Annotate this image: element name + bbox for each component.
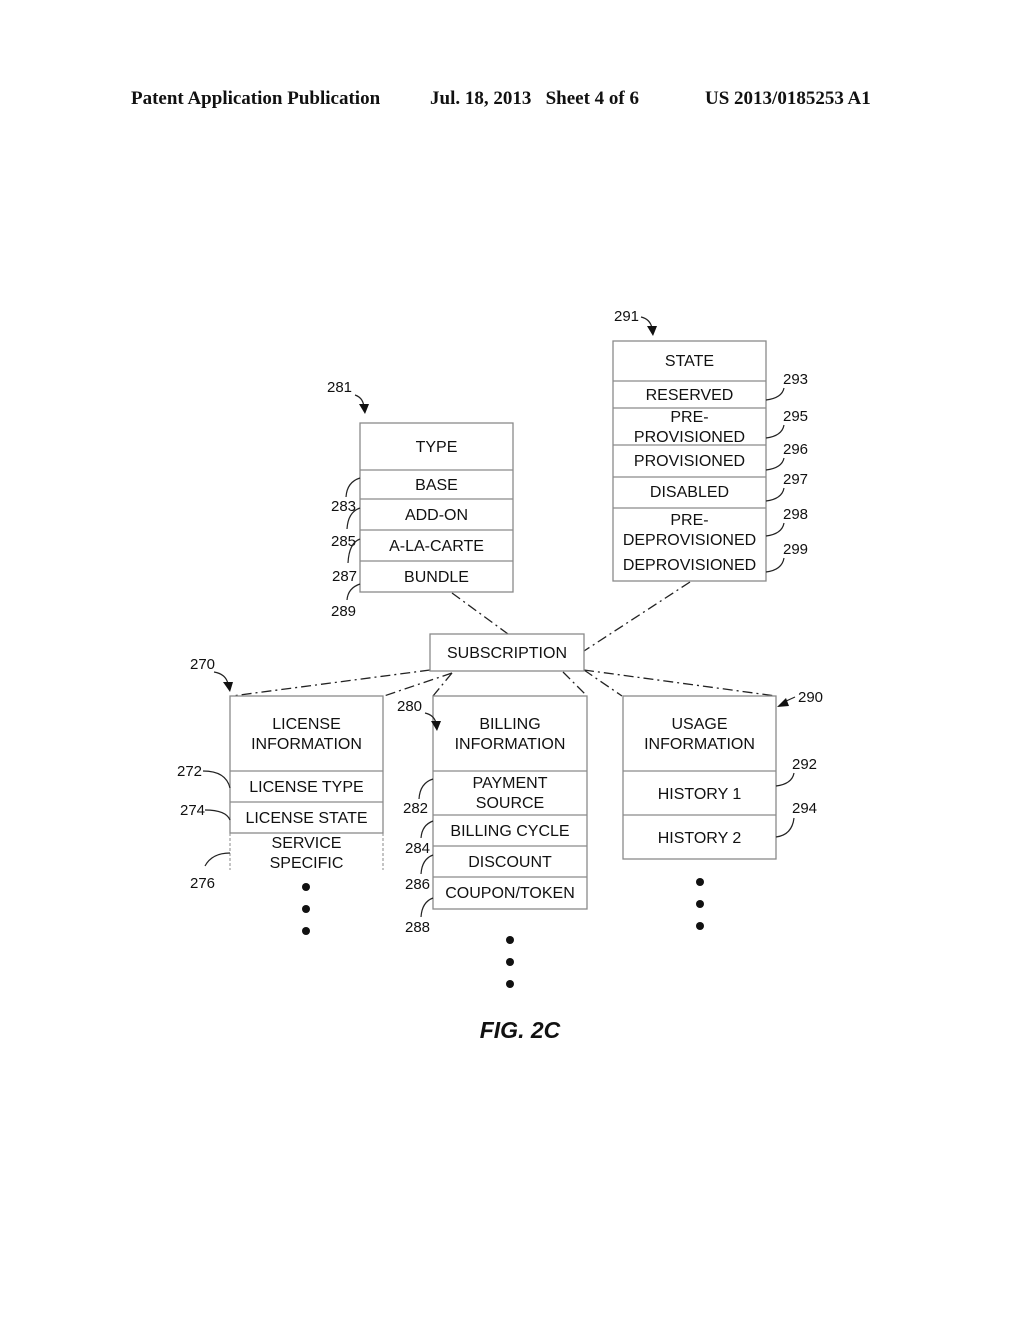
state-row-disabled: DISABLED — [650, 484, 729, 501]
state-row-provisioned: PROVISIONED — [634, 453, 745, 470]
ref-295: 295 — [783, 408, 808, 425]
license-row-type: LICENSE TYPE — [249, 779, 363, 796]
license-title-line2: INFORMATION — [251, 736, 362, 753]
usage-table: USAGE INFORMATION HISTORY 1 HISTORY 2 29… — [622, 689, 823, 930]
ref-286: 286 — [405, 876, 430, 893]
usage-title-line2: INFORMATION — [644, 736, 755, 753]
ref-294: 294 — [792, 800, 817, 817]
type-row-base: BASE — [415, 477, 458, 494]
connector-subscription-usage-right — [583, 669, 777, 697]
billing-row-payment-source-line1: PAYMENT — [473, 775, 548, 792]
ref-276: 276 — [190, 875, 215, 892]
state-title: STATE — [665, 353, 714, 370]
state-row-pre-deprovisioned-line1: PRE- — [670, 512, 708, 529]
state-row-pre-provisioned-line2: PROVISIONED — [634, 429, 745, 446]
continuation-dot — [696, 900, 704, 908]
billing-row-payment-source-line2: SOURCE — [476, 795, 544, 812]
ref-274: 274 — [180, 802, 205, 819]
ref-280: 280 — [397, 698, 422, 715]
connector-state-subscription — [583, 581, 691, 652]
billing-title-line1: BILLING — [479, 716, 540, 733]
connector-subscription-license-left — [231, 669, 431, 697]
license-row-service-specific-line2: SPECIFIC — [270, 855, 344, 872]
ref-289: 289 — [331, 603, 356, 620]
continuation-dot — [302, 927, 310, 935]
subscription-node: SUBSCRIPTION — [429, 633, 585, 672]
license-row-service-specific-line1: SERVICE — [272, 835, 342, 852]
continuation-dot — [302, 905, 310, 913]
usage-row-history-1: HISTORY 1 — [658, 786, 742, 803]
ref-298: 298 — [783, 506, 808, 523]
billing-row-coupon-token: COUPON/TOKEN — [445, 885, 575, 902]
continuation-dot — [506, 980, 514, 988]
type-row-add-on: ADD-ON — [405, 507, 468, 524]
state-row-pre-provisioned-line1: PRE- — [670, 409, 708, 426]
usage-title-line1: USAGE — [671, 716, 727, 733]
subscription-label: SUBSCRIPTION — [447, 645, 567, 662]
ref-291: 291 — [614, 308, 639, 325]
connector-subscription-billing-right — [562, 671, 588, 697]
figure-label: FIG. 2C — [480, 1017, 561, 1043]
state-row-reserved: RESERVED — [646, 387, 734, 404]
continuation-dot — [506, 936, 514, 944]
ref-282: 282 — [403, 800, 428, 817]
type-table: TYPE BASE ADD-ON A-LA-CARTE BUNDLE 281 2… — [327, 379, 514, 620]
arrow-270-icon — [223, 682, 233, 692]
ref-288: 288 — [405, 919, 430, 936]
state-row-deprovisioned: DEPROVISIONED — [623, 557, 756, 574]
connector-subscription-usage-left — [583, 669, 623, 697]
billing-row-discount: DISCOUNT — [468, 854, 552, 871]
license-table: LICENSE INFORMATION LICENSE TYPE LICENSE… — [177, 656, 384, 935]
subscription-diagram: TYPE BASE ADD-ON A-LA-CARTE BUNDLE 281 2… — [177, 308, 823, 1043]
ref-299: 299 — [783, 541, 808, 558]
continuation-dot — [302, 883, 310, 891]
connector-type-subscription — [451, 592, 509, 635]
billing-row-billing-cycle: BILLING CYCLE — [450, 823, 569, 840]
license-title-line1: LICENSE — [272, 716, 340, 733]
ref-292: 292 — [792, 756, 817, 773]
type-title: TYPE — [416, 439, 458, 456]
billing-title-line2: INFORMATION — [455, 736, 566, 753]
ref-296: 296 — [783, 441, 808, 458]
ref-287: 287 — [332, 568, 357, 585]
billing-table: BILLING INFORMATION PAYMENT SOURCE BILLI… — [397, 695, 588, 988]
arrow-290-icon — [777, 698, 789, 707]
arrow-281-icon — [359, 404, 369, 414]
ref-293: 293 — [783, 371, 808, 388]
continuation-dot — [506, 958, 514, 966]
continuation-dot — [696, 922, 704, 930]
state-row-pre-deprovisioned-line2: DEPROVISIONED — [623, 532, 756, 549]
license-row-state: LICENSE STATE — [245, 810, 367, 827]
ref-290: 290 — [798, 689, 823, 706]
state-table: STATE RESERVED PRE- PROVISIONED PROVISIO… — [612, 308, 808, 582]
ref-272: 272 — [177, 763, 202, 780]
ref-285: 285 — [331, 533, 356, 550]
ref-281: 281 — [327, 379, 352, 396]
type-row-a-la-carte: A-LA-CARTE — [389, 538, 484, 555]
arrow-291-icon — [647, 326, 657, 336]
continuation-dot — [696, 878, 704, 886]
ref-284: 284 — [405, 840, 430, 857]
ref-297: 297 — [783, 471, 808, 488]
connector-subscription-billing-left — [432, 672, 453, 697]
type-row-bundle: BUNDLE — [404, 569, 469, 586]
usage-row-history-2: HISTORY 2 — [658, 830, 742, 847]
ref-270: 270 — [190, 656, 215, 673]
